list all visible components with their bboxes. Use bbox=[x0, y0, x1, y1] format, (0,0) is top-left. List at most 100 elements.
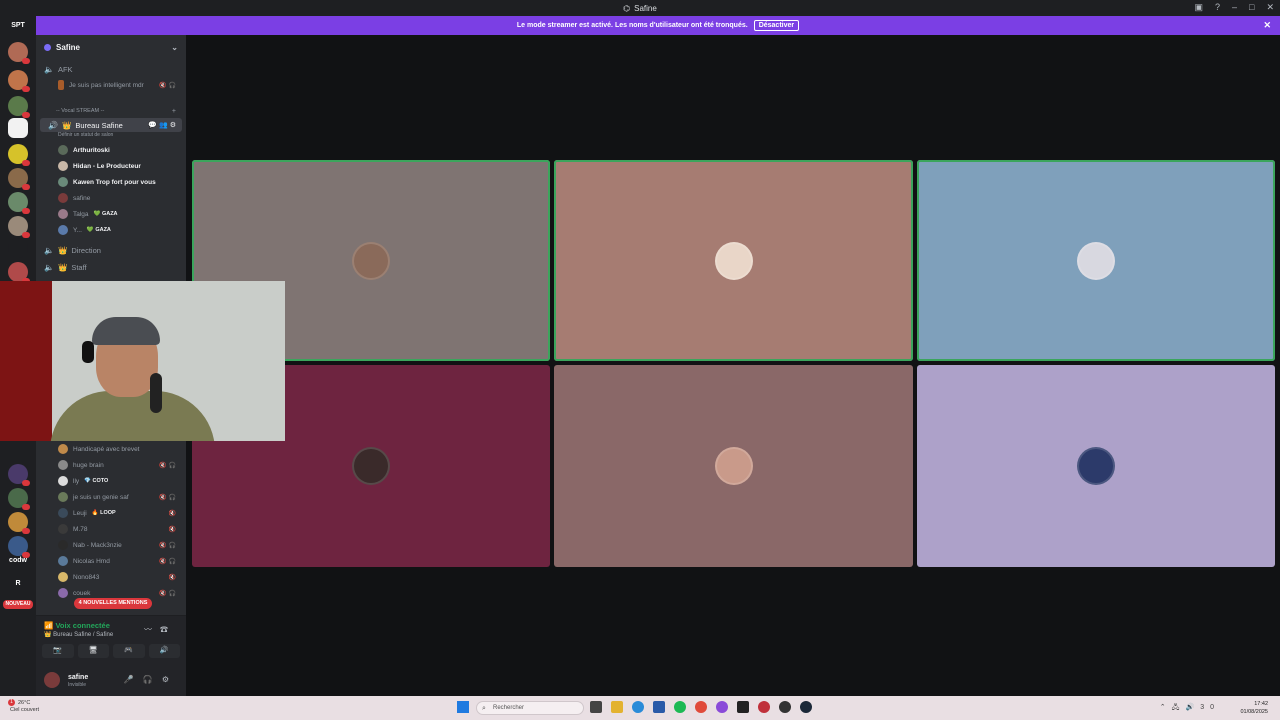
voice-user[interactable]: Arthuritoski bbox=[36, 143, 186, 157]
channel-direction[interactable]: 🔈 👑 Direction bbox=[36, 243, 186, 257]
voice-user[interactable]: safine bbox=[36, 191, 186, 205]
server-icon[interactable] bbox=[8, 512, 30, 534]
server-icon[interactable] bbox=[8, 488, 30, 510]
voice-user[interactable]: je suis un genie saf 🔇🎧 bbox=[36, 490, 186, 504]
new-mentions-badge[interactable]: 4 NOUVELLES MENTIONS bbox=[74, 598, 152, 609]
soundboard-button[interactable]: 🔊 bbox=[148, 644, 180, 658]
taskbar-clock[interactable]: 17:42 01/08/2025 bbox=[1240, 700, 1268, 716]
task-view-icon[interactable] bbox=[590, 701, 602, 713]
gear-icon[interactable]: ⚙ bbox=[162, 675, 178, 684]
taskbar-search[interactable]: ⌕ Rechercher bbox=[476, 701, 584, 715]
chrome-icon[interactable] bbox=[695, 701, 707, 713]
participant-tile[interactable] bbox=[917, 365, 1275, 567]
chevron-up-icon[interactable]: ⌃ bbox=[1160, 704, 1172, 711]
camera-button[interactable]: 📷 bbox=[42, 644, 74, 658]
weather-widget[interactable]: 1 26°C Ciel couvert bbox=[8, 699, 39, 714]
screen-share-button[interactable]: 🖥 bbox=[77, 644, 109, 658]
crown-icon: 👑 bbox=[57, 245, 68, 255]
user-name: Nab - Mack3nzie bbox=[73, 541, 122, 549]
participant-tile[interactable] bbox=[554, 365, 913, 567]
help-icon[interactable]: ? bbox=[1215, 2, 1220, 13]
server-icon[interactable] bbox=[8, 70, 30, 92]
inbox-icon[interactable]: ▣ bbox=[1194, 2, 1203, 13]
disconnect-icon[interactable]: ☎ bbox=[160, 625, 176, 634]
server-label-r[interactable]: R bbox=[0, 580, 36, 587]
new-badge[interactable]: NOUVEAU bbox=[3, 600, 33, 609]
windows-start-icon[interactable] bbox=[457, 701, 469, 713]
avatar[interactable] bbox=[44, 672, 60, 688]
voice-location[interactable]: 👑 Bureau Safine / Safine bbox=[44, 631, 113, 638]
close-window-button[interactable]: ✕ bbox=[1266, 2, 1274, 13]
edge-icon[interactable] bbox=[632, 701, 644, 713]
store-icon[interactable] bbox=[653, 701, 665, 713]
user-tag: 💚 GAZA bbox=[93, 211, 118, 217]
voice-user[interactable]: Kawen Trop fort pour vous bbox=[36, 175, 186, 189]
user-panel-name[interactable]: safine bbox=[68, 674, 88, 681]
weather-badge: 1 bbox=[8, 699, 15, 706]
server-icon[interactable] bbox=[8, 238, 28, 258]
server-icon[interactable] bbox=[8, 42, 30, 64]
server-icon[interactable] bbox=[8, 96, 30, 118]
participant-tile[interactable] bbox=[554, 160, 913, 361]
voice-stage bbox=[186, 35, 1280, 696]
voice-user[interactable]: Nab - Mack3nzie 🔇🎧 bbox=[36, 538, 186, 552]
voice-user[interactable]: Je suis pas intelligent mdr 🔇🎧 bbox=[36, 78, 186, 92]
channel-status[interactable]: Définir un statut de salon bbox=[36, 130, 186, 139]
system-tray[interactable]: ⌃🖧🔊30 bbox=[1160, 703, 1220, 714]
tray-number: 30 bbox=[1200, 704, 1220, 711]
webcam-microphone bbox=[150, 373, 162, 413]
channel-afk[interactable]: 🔈 AFK bbox=[36, 62, 186, 76]
channel-staff[interactable]: 🔈 👑 Staff bbox=[36, 260, 186, 274]
headphones-icon[interactable]: 🎧 bbox=[143, 675, 162, 684]
server-icon[interactable] bbox=[8, 536, 30, 558]
capcut-icon[interactable] bbox=[737, 701, 749, 713]
obs-icon[interactable] bbox=[758, 701, 770, 713]
participant-tile[interactable] bbox=[917, 160, 1275, 361]
server-icon[interactable] bbox=[8, 168, 30, 190]
activities-button[interactable]: 🎮 bbox=[113, 644, 145, 658]
voice-user[interactable]: Nono843 🔇 bbox=[36, 570, 186, 584]
file-explorer-icon[interactable] bbox=[611, 701, 623, 713]
voice-user[interactable]: lly 💎 COTO bbox=[36, 474, 186, 488]
voice-user[interactable]: Y... 💚 GAZA bbox=[36, 223, 186, 237]
user-name: couek bbox=[73, 589, 91, 597]
server-icon[interactable] bbox=[8, 464, 30, 486]
webcam-curtain bbox=[0, 281, 52, 441]
voice-status[interactable]: 📶 Voix connectée bbox=[44, 621, 110, 630]
voice-user[interactable]: Talga 💚 GAZA bbox=[36, 207, 186, 221]
server-label-codw[interactable]: codw bbox=[0, 557, 36, 564]
home-badge[interactable]: SPT bbox=[0, 22, 36, 29]
server-icon[interactable] bbox=[8, 144, 30, 166]
minimize-button[interactable]: – bbox=[1232, 2, 1237, 13]
maximize-button[interactable]: □ bbox=[1249, 2, 1254, 13]
muted-deafened-icon: 🔇🎧 bbox=[159, 542, 178, 549]
signal-icon: 📶 bbox=[44, 621, 54, 630]
network-icon[interactable]: 🖧 bbox=[1172, 704, 1186, 711]
add-channel-icon[interactable]: + bbox=[172, 108, 176, 115]
voice-user[interactable]: Handicapé avec brevet bbox=[36, 442, 186, 456]
chevron-down-icon: ⌄ bbox=[171, 42, 178, 52]
microphone-icon[interactable]: 🎤 bbox=[124, 675, 143, 684]
voice-user[interactable]: huge brain 🔇🎧 bbox=[36, 458, 186, 472]
discord-icon[interactable] bbox=[716, 701, 728, 713]
server-icon[interactable] bbox=[8, 262, 30, 284]
category-vocal-stream[interactable]: -- Vocal STREAM -- + bbox=[36, 104, 186, 118]
voice-user[interactable]: Nicolas Hmd 🔇🎧 bbox=[36, 554, 186, 568]
volume-icon[interactable]: 🔊 bbox=[1185, 704, 1200, 711]
server-icon[interactable] bbox=[8, 192, 30, 214]
disable-streamer-mode-button[interactable]: Désactiver bbox=[753, 20, 800, 31]
spotify-icon[interactable] bbox=[674, 701, 686, 713]
app-icon[interactable] bbox=[779, 701, 791, 713]
server-icon[interactable] bbox=[8, 118, 28, 138]
channel-actions-icon[interactable]: 💬👥⚙ bbox=[148, 121, 178, 129]
close-banner-icon[interactable]: ✕ bbox=[1263, 20, 1271, 31]
steam-icon[interactable] bbox=[800, 701, 812, 713]
voice-user[interactable]: M.78 🔇 bbox=[36, 522, 186, 536]
muted-deafened-icon: 🔇🎧 bbox=[159, 462, 178, 469]
noise-suppression-icon[interactable]: 〰 bbox=[144, 625, 160, 634]
server-icon[interactable] bbox=[8, 216, 30, 238]
window-title: ⌬ Safine bbox=[623, 4, 657, 13]
voice-user[interactable]: Leuji 🔥 LOOP 🔇 bbox=[36, 506, 186, 520]
voice-user[interactable]: Hidan - Le Producteur bbox=[36, 159, 186, 173]
guild-header[interactable]: Safine ⌄ bbox=[36, 35, 186, 59]
